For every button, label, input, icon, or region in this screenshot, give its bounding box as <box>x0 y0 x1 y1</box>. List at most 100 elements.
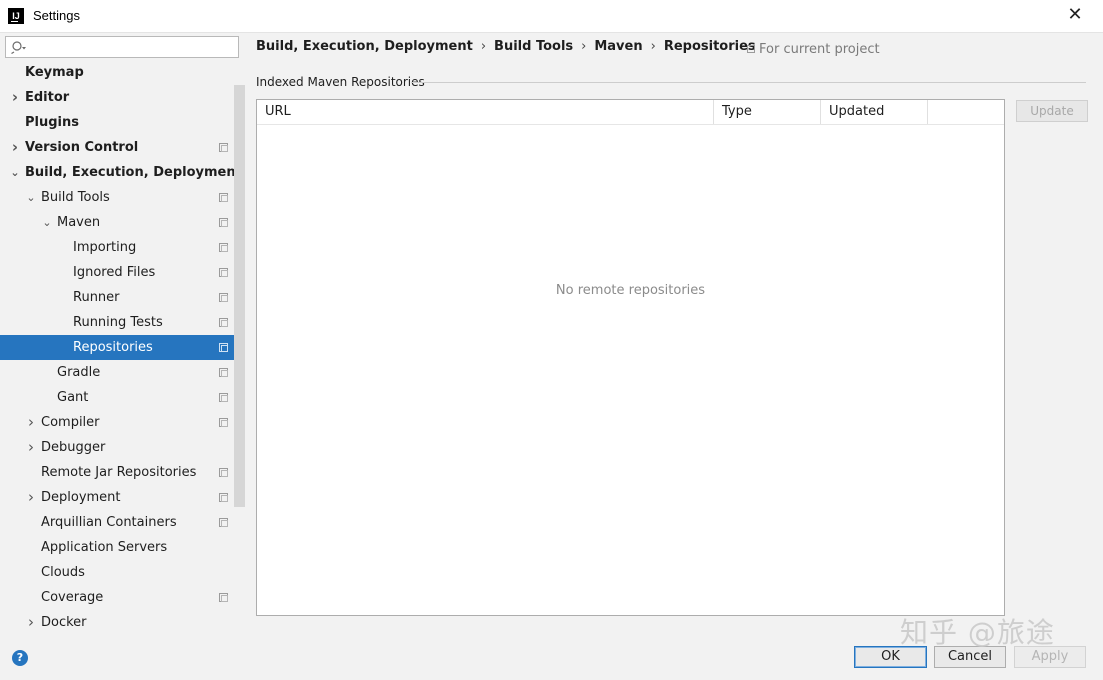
column-header-type[interactable]: Type <box>714 100 821 124</box>
sidebar-item-label: Coverage <box>41 590 104 605</box>
settings-content: Build, Execution, Deployment › Build Tools… <box>245 33 1103 636</box>
sidebar-item-clouds[interactable]: Clouds <box>0 560 234 585</box>
project-scope-icon <box>219 518 228 527</box>
breadcrumb-separator-icon: › <box>581 39 587 54</box>
sidebar-item-label: Docker <box>41 615 87 630</box>
sidebar-item-arquillian-containers[interactable]: Arquillian Containers <box>0 510 234 535</box>
sidebar-item-build-tools[interactable]: ⌄ Build Tools <box>0 185 234 210</box>
breadcrumb-separator-icon: › <box>480 39 487 54</box>
sidebar-item-maven[interactable]: ⌄ Maven <box>0 210 234 235</box>
breadcrumb-item[interactable]: Maven <box>594 39 642 54</box>
title-bar: IJ Settings ✕ <box>0 0 1103 33</box>
sidebar-item-label: Keymap <box>25 65 84 80</box>
sidebar-item-label: Gradle <box>57 365 101 380</box>
sidebar-item-gradle[interactable]: Gradle <box>0 360 234 385</box>
breadcrumb-item[interactable]: Repositories <box>664 39 756 54</box>
sidebar-item-coverage[interactable]: Coverage <box>0 585 234 610</box>
zhihu-watermark: 知乎 @旅途 <box>900 616 1055 649</box>
breadcrumb-item[interactable]: Build Tools <box>494 39 573 54</box>
sidebar-item-label: Runner <box>73 290 120 305</box>
sidebar-item-label: Remote Jar Repositories <box>41 465 197 480</box>
sidebar-item-label: Clouds <box>41 565 85 580</box>
sidebar-item-docker[interactable]: › Docker <box>0 610 234 635</box>
intellij-app-icon: IJ <box>8 8 24 24</box>
search-icon <box>11 41 26 54</box>
table-header: URL Type Updated <box>257 100 1004 125</box>
sidebar-item-build-execution-deployment[interactable]: ⌄ Build, Execution, Deployment <box>0 160 234 185</box>
sidebar-item-application-servers[interactable]: Application Servers <box>0 535 234 560</box>
scope-indicator: For current project <box>747 42 880 57</box>
project-scope-icon <box>219 493 228 502</box>
empty-table-message: No remote repositories <box>555 283 706 298</box>
sidebar-item-label: Build, Execution, Deployment <box>25 165 234 180</box>
sidebar-item-label: Plugins <box>25 115 79 130</box>
project-scope-icon <box>219 143 228 152</box>
sidebar-item-plugins[interactable]: Plugins <box>0 110 234 135</box>
sidebar-item-compiler[interactable]: › Compiler <box>0 410 234 435</box>
repositories-table[interactable]: URL Type Updated No remote repositories <box>256 99 1005 616</box>
sidebar-scrollbar[interactable] <box>234 85 245 507</box>
chevron-down-icon[interactable]: ⌄ <box>41 210 53 235</box>
project-scope-icon <box>219 243 228 252</box>
project-scope-icon <box>219 343 228 352</box>
update-button[interactable]: Update <box>1016 100 1088 122</box>
chevron-right-icon[interactable]: › <box>9 85 21 110</box>
project-scope-icon <box>219 318 228 327</box>
sidebar-item-remote-jar-repositories[interactable]: Remote Jar Repositories <box>0 460 234 485</box>
project-scope-icon <box>219 468 228 477</box>
sidebar-item-label: Arquillian Containers <box>41 515 177 530</box>
sidebar-item-repositories[interactable]: Repositories <box>0 335 234 360</box>
chevron-right-icon[interactable]: › <box>25 435 37 460</box>
project-scope-icon <box>219 368 228 377</box>
section-title: Indexed Maven Repositories <box>256 75 425 89</box>
project-scope-icon <box>219 193 228 202</box>
column-header-updated[interactable]: Updated <box>821 100 928 124</box>
sidebar-item-importing[interactable]: Importing <box>0 235 234 260</box>
sidebar-item-running-tests[interactable]: Running Tests <box>0 310 234 335</box>
sidebar-item-editor[interactable]: › Editor <box>0 85 234 110</box>
breadcrumb-item[interactable]: Build, Execution, Deployment <box>256 39 473 54</box>
settings-tree: Keymap › Editor Plugins › Version Control ⌄ Bui… <box>0 60 234 636</box>
sidebar-item-keymap[interactable]: Keymap <box>0 60 234 85</box>
chevron-right-icon[interactable]: › <box>9 135 21 160</box>
settings-search-input[interactable] <box>5 36 239 58</box>
sidebar-item-label: Maven <box>57 215 101 230</box>
sidebar-item-label: Gant <box>57 390 89 405</box>
sidebar-item-ignored-files[interactable]: Ignored Files <box>0 260 234 285</box>
breadcrumb-separator-icon: › <box>650 39 656 54</box>
close-button[interactable]: ✕ <box>1062 4 1088 28</box>
project-scope-icon <box>219 268 228 277</box>
sidebar-item-label: Version Control <box>25 140 139 155</box>
project-scope-icon <box>219 293 228 302</box>
section-divider <box>411 82 1086 83</box>
project-scope-icon <box>219 393 228 402</box>
breadcrumb: Build, Execution, Deployment › Build Tools… <box>256 39 756 55</box>
window-title: Settings <box>33 8 80 23</box>
help-icon[interactable]: ? <box>12 650 28 666</box>
sidebar-item-label: Build Tools <box>41 190 110 205</box>
sidebar-item-deployment[interactable]: › Deployment <box>0 485 234 510</box>
sidebar-item-label: Deployment <box>41 490 121 505</box>
sidebar-item-runner[interactable]: Runner <box>0 285 234 310</box>
sidebar-item-gant[interactable]: Gant <box>0 385 234 410</box>
chevron-right-icon[interactable]: › <box>25 485 37 510</box>
sidebar-item-label: Running Tests <box>73 315 163 330</box>
sidebar-item-label: Compiler <box>41 415 100 430</box>
chevron-right-icon[interactable]: › <box>25 610 37 635</box>
settings-sidebar: Keymap › Editor Plugins › Version Control ⌄ Bui… <box>0 33 245 636</box>
sidebar-item-version-control[interactable]: › Version Control <box>0 135 234 160</box>
project-scope-icon <box>747 45 755 53</box>
column-header-url[interactable]: URL <box>257 100 714 124</box>
sidebar-item-label: Application Servers <box>41 540 168 555</box>
sidebar-item-label: Repositories <box>73 340 153 355</box>
scope-label: For current project <box>759 42 880 57</box>
sidebar-item-label: Debugger <box>41 440 106 455</box>
chevron-down-icon[interactable]: ⌄ <box>9 160 21 185</box>
chevron-right-icon[interactable]: › <box>25 410 37 435</box>
chevron-down-icon[interactable]: ⌄ <box>25 185 37 210</box>
sidebar-item-label: Importing <box>73 240 137 255</box>
sidebar-item-label: Editor <box>25 90 70 105</box>
sidebar-item-label: Ignored Files <box>73 265 156 280</box>
project-scope-icon <box>219 593 228 602</box>
sidebar-item-debugger[interactable]: › Debugger <box>0 435 234 460</box>
